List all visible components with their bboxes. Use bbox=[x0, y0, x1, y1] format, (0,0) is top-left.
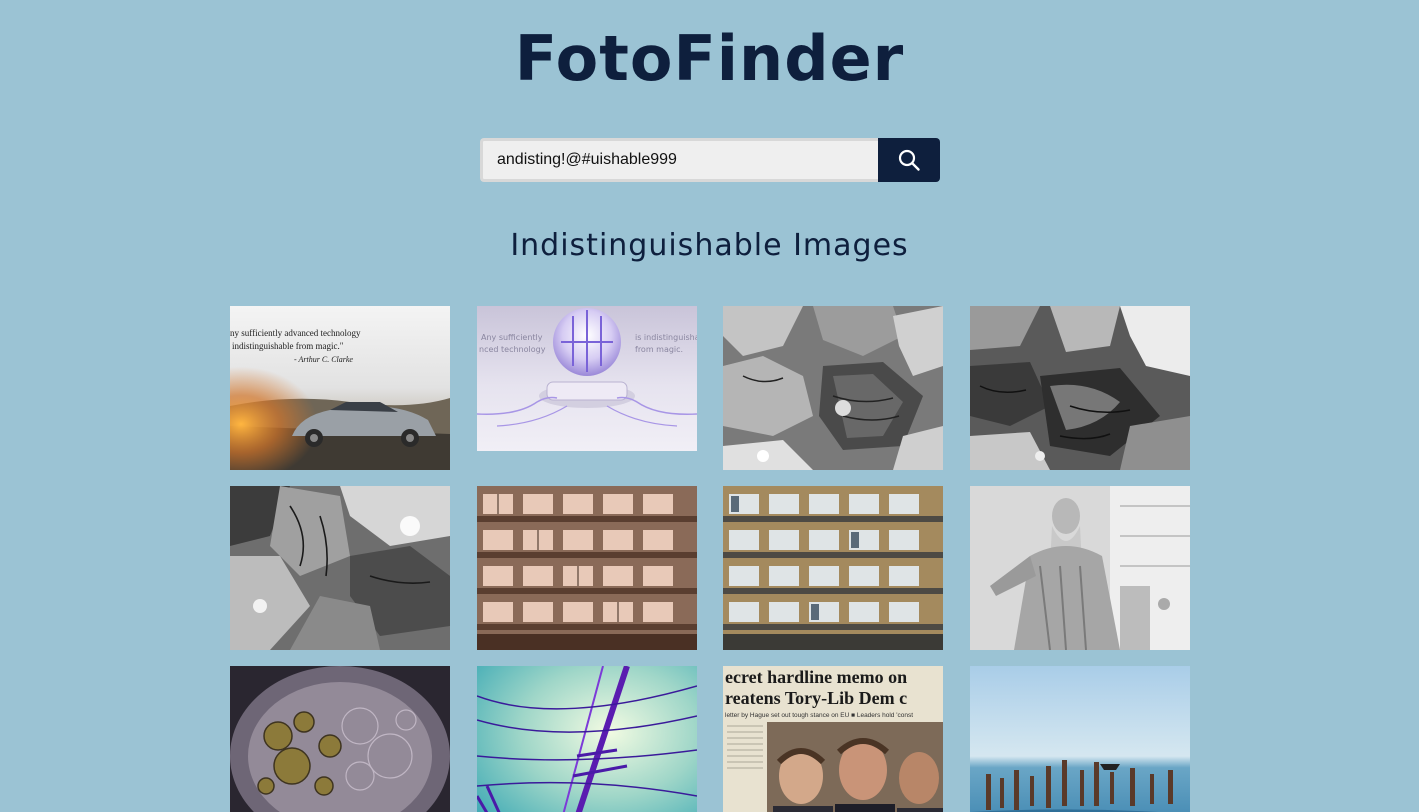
quote-line-1: Any sufficiently bbox=[481, 333, 543, 342]
apartment-sepia-photo bbox=[476, 486, 697, 650]
quote-line-2: indistinguishable from magic." bbox=[232, 341, 344, 351]
statue-bw-photo bbox=[969, 486, 1190, 650]
image-tile[interactable] bbox=[969, 306, 1190, 470]
search-button[interactable] bbox=[878, 138, 940, 182]
pier-sea-photo bbox=[969, 666, 1190, 812]
quote-line-1: ny sufficiently advanced technology bbox=[230, 328, 361, 338]
headline-line-2: reatens Tory-Lib Dem c bbox=[725, 688, 907, 708]
rocks-bw-photo-3 bbox=[230, 486, 450, 650]
search-input[interactable] bbox=[480, 138, 878, 182]
image-tile[interactable] bbox=[969, 486, 1190, 650]
image-tile[interactable] bbox=[476, 666, 697, 812]
quote-line-3: is indistinguisha bbox=[635, 333, 697, 342]
image-tile[interactable] bbox=[969, 666, 1190, 812]
car-quote-photo: ny sufficiently advanced technology indi… bbox=[230, 306, 450, 470]
quote-line-4: from magic. bbox=[635, 345, 683, 354]
search-form bbox=[480, 138, 940, 182]
quote-line-2: nced technology bbox=[479, 345, 546, 354]
apartment-color-photo bbox=[723, 486, 944, 650]
image-tile[interactable]: ecret hardline memo on reatens Tory-Lib … bbox=[723, 666, 944, 812]
oil-bubbles-photo bbox=[230, 666, 450, 812]
image-tile[interactable] bbox=[230, 666, 450, 812]
page: FotoFinder Indistinguishable Images bbox=[0, 0, 1419, 812]
image-grid: ny sufficiently advanced technology indi… bbox=[230, 306, 1190, 812]
image-tile[interactable] bbox=[723, 306, 944, 470]
subheadline: letter by Hague set out tough stance on … bbox=[725, 712, 913, 719]
rocks-bw-photo-1 bbox=[723, 306, 944, 470]
image-tile[interactable] bbox=[476, 486, 697, 650]
glowing-sphere-photo: Any sufficiently nced technology is indi… bbox=[476, 306, 697, 451]
rocks-bw-photo-2 bbox=[969, 306, 1190, 470]
results-heading: Indistinguishable Images bbox=[510, 228, 909, 263]
image-tile[interactable]: ny sufficiently advanced technology indi… bbox=[230, 306, 450, 470]
newspaper-photo: ecret hardline memo on reatens Tory-Lib … bbox=[723, 666, 944, 812]
search-icon bbox=[898, 149, 920, 171]
power-lines-photo bbox=[476, 666, 697, 812]
quote-author: - Arthur C. Clarke bbox=[294, 355, 353, 364]
image-tile[interactable] bbox=[230, 486, 450, 650]
headline-line-1: ecret hardline memo on bbox=[725, 667, 907, 687]
image-tile[interactable] bbox=[723, 486, 944, 650]
image-tile[interactable]: Any sufficiently nced technology is indi… bbox=[476, 306, 697, 451]
app-title: FotoFinder bbox=[514, 22, 905, 95]
